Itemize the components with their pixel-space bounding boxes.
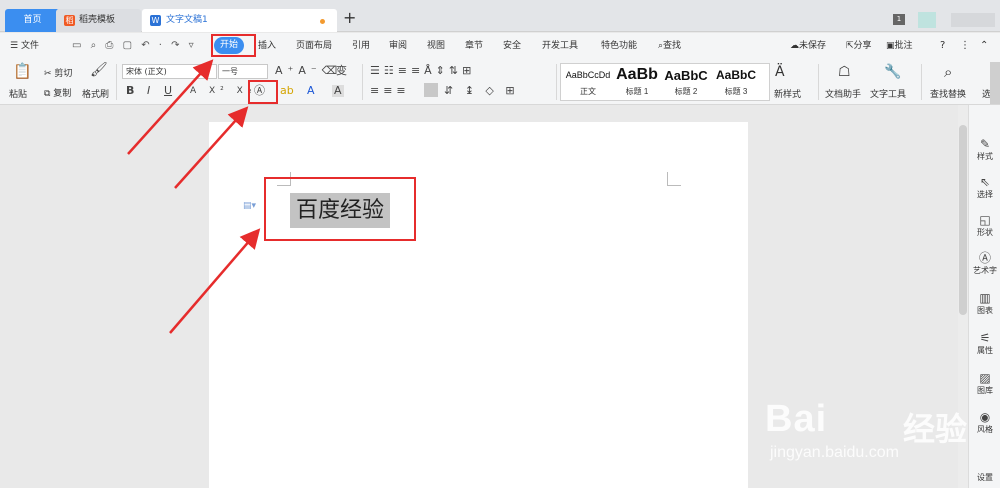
arrow-to-text	[169, 228, 261, 334]
sidebar-label: 属性	[977, 346, 993, 355]
pen-icon: ✎	[979, 137, 991, 151]
sidebar-label: 风格	[977, 425, 993, 434]
sidebar-label: 艺术字	[973, 266, 997, 275]
image-icon: ▨	[979, 371, 991, 385]
arrow-to-effect	[174, 106, 249, 189]
sidebar-wordart[interactable]: Ⓐ 艺术字	[969, 251, 1000, 276]
watermark-brand: Bai	[765, 398, 828, 440]
theme-icon: ◉	[979, 410, 991, 424]
arrow-to-start	[127, 59, 214, 155]
sidebar-label: 形状	[977, 228, 993, 237]
chart-icon: ▥	[979, 291, 991, 305]
sidebar-label: 选择	[977, 190, 993, 199]
sidebar-select[interactable]: ⇖ 选择	[969, 175, 1000, 200]
watermark-url: jingyan.baidu.com	[770, 444, 899, 461]
sidebar-label: 图库	[977, 386, 993, 395]
cursor-icon: ⇖	[979, 175, 991, 189]
sidebar-chart[interactable]: ▥ 图表	[969, 291, 1000, 316]
sidebar-label: 设置	[977, 473, 993, 482]
sidebar-settings[interactable]: 设置	[969, 472, 1000, 483]
sidebar-theme[interactable]: ◉ 风格	[969, 410, 1000, 435]
properties-icon: ⚟	[979, 331, 991, 345]
annotation-arrows	[127, 59, 261, 334]
sidebar-styles[interactable]: ✎ 样式	[969, 137, 1000, 162]
scrollbar-thumb[interactable]	[959, 125, 967, 315]
sidebar-properties[interactable]: ⚟ 属性	[969, 331, 1000, 356]
shape-icon: ◱	[979, 213, 991, 227]
sidebar-label: 图表	[977, 306, 993, 315]
right-sidebar: ✎ 样式 ⇖ 选择 ◱ 形状 Ⓐ 艺术字 ▥ 图表 ⚟ 属性 ▨ 图库 ◉ 风格 设置	[968, 105, 1000, 488]
wordart-icon: Ⓐ	[978, 251, 991, 265]
watermark-brand-tail: 经验	[903, 410, 968, 448]
sidebar-label: 样式	[977, 152, 993, 161]
sidebar-gallery[interactable]: ▨ 图库	[969, 371, 1000, 396]
sidebar-shapes[interactable]: ◱ 形状	[969, 213, 1000, 238]
